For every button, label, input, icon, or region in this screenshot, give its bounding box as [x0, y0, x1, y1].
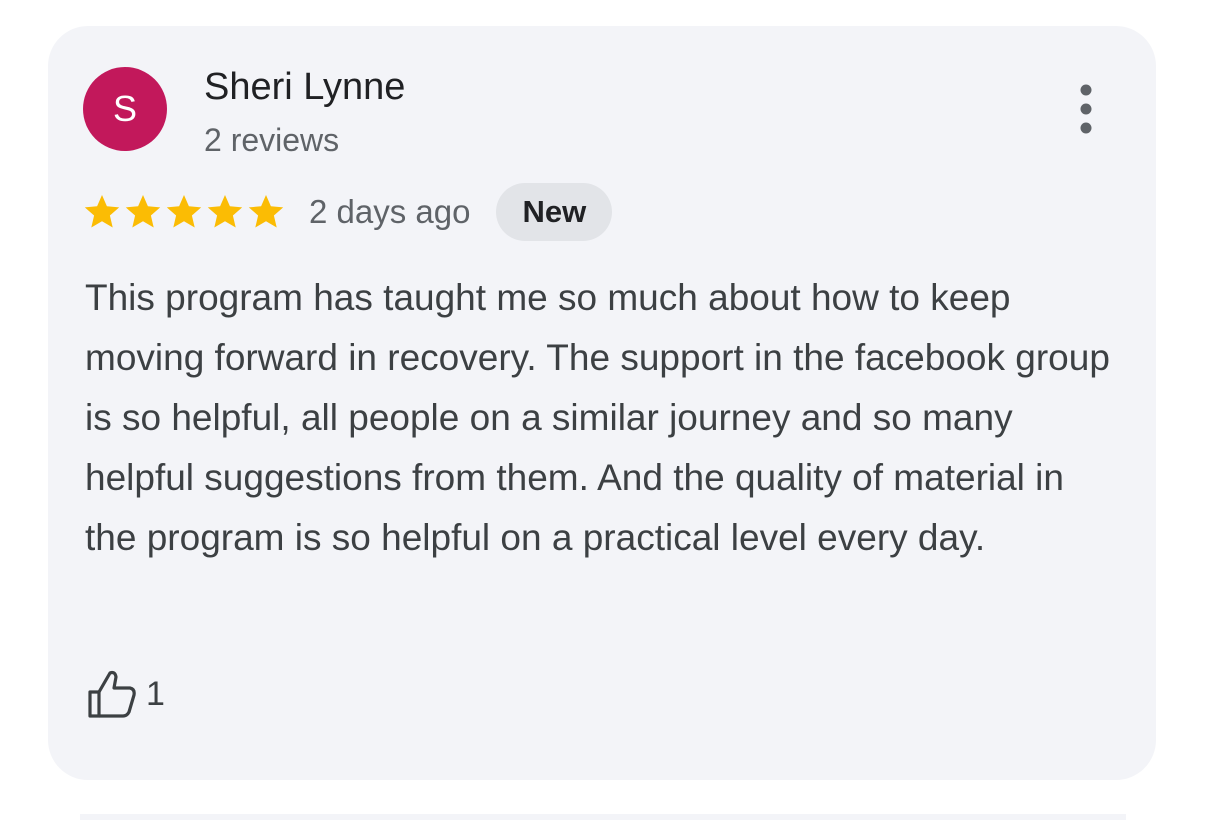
star-icon: [207, 195, 243, 228]
more-options-button[interactable]: [1066, 80, 1106, 140]
star-icon: [166, 195, 202, 228]
review-count: 2 reviews: [204, 122, 340, 158]
thumb-up-icon: [88, 670, 136, 718]
like-count: 1: [146, 674, 165, 713]
rating-row: 2 days ago New: [83, 183, 613, 241]
reviewer-name[interactable]: Sheri Lynne: [204, 64, 405, 110]
more-vert-icon: [1080, 84, 1092, 134]
star-icon: [125, 195, 161, 228]
next-card-edge: [80, 814, 1126, 820]
star-rating: [83, 193, 285, 231]
review-card: S Sheri Lynne 2 reviews 2 days ago New T…: [48, 26, 1156, 780]
review-date: 2 days ago: [309, 193, 471, 230]
new-badge: New: [496, 183, 613, 241]
avatar[interactable]: S: [83, 67, 167, 151]
review-text: This program has taught me so much about…: [85, 277, 1110, 558]
star-icon: [248, 195, 284, 228]
star-icon: [84, 195, 120, 228]
like-button[interactable]: 1: [86, 664, 165, 724]
